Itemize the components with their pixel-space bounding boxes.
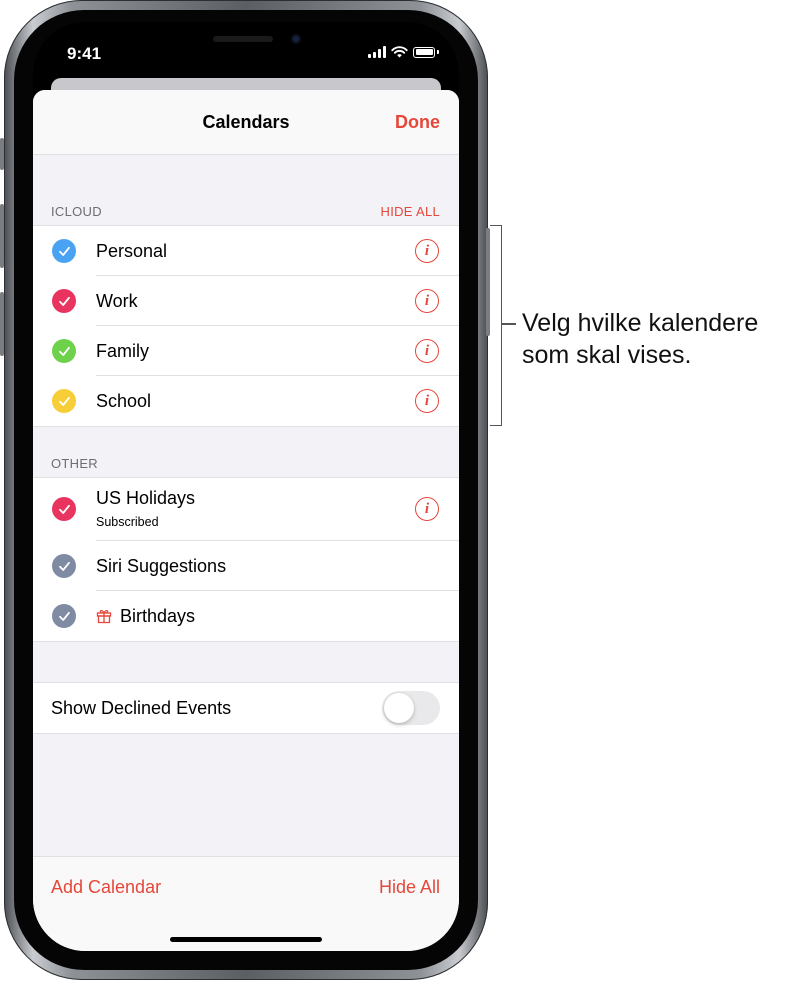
- info-icon[interactable]: i: [415, 239, 439, 263]
- wifi-icon: [391, 46, 408, 58]
- navigation-bar: Calendars Done: [33, 90, 459, 155]
- calendar-name: Personal: [96, 241, 168, 261]
- callout-text: Velg hvilke kalendere som skal vises.: [522, 309, 759, 369]
- school-check-icon[interactable]: [52, 389, 76, 413]
- calendar-row-personal[interactable]: Personal i: [33, 226, 459, 276]
- calendar-row-family[interactable]: Family i: [33, 326, 459, 376]
- home-indicator[interactable]: [170, 937, 322, 942]
- calendar-row-siri-suggestions[interactable]: Siri Suggestions: [33, 541, 459, 591]
- personal-check-icon[interactable]: [52, 239, 76, 263]
- work-check-icon[interactable]: [52, 289, 76, 313]
- earpiece-speaker: [213, 36, 273, 42]
- show-declined-events-label: Show Declined Events: [51, 698, 232, 718]
- status-time: 9:41: [67, 44, 102, 63]
- calendar-row-work[interactable]: Work i: [33, 276, 459, 326]
- phone-screen: 9:41 Calendars Done ICLOUD HIDE ALL Pers…: [33, 22, 459, 951]
- info-icon[interactable]: i: [415, 339, 439, 363]
- toggle-knob: [384, 693, 414, 723]
- family-check-icon[interactable]: [52, 339, 76, 363]
- calendar-name: Siri Suggestions: [96, 556, 227, 576]
- other-section-header: OTHER: [51, 456, 440, 471]
- done-button[interactable]: Done: [395, 112, 440, 133]
- other-calendar-list: US Holidays Subscribed i Siri Suggestion…: [33, 477, 459, 642]
- other-header-label: OTHER: [51, 456, 98, 471]
- icloud-calendar-list: Personal i Work i Family i School i: [33, 225, 459, 427]
- calendar-subtitle: Subscribed: [96, 515, 159, 529]
- icloud-section-header: ICLOUD HIDE ALL: [51, 204, 440, 219]
- calendar-name: Family: [96, 341, 149, 361]
- volume-up-button: [0, 204, 4, 268]
- gift-icon: [96, 610, 112, 624]
- show-declined-events-row: Show Declined Events: [33, 682, 459, 734]
- add-calendar-button[interactable]: Add Calendar: [51, 877, 161, 898]
- show-declined-events-toggle[interactable]: [382, 691, 440, 725]
- silent-switch: [0, 138, 4, 170]
- calendars-sheet: Calendars Done ICLOUD HIDE ALL Personal …: [33, 90, 459, 951]
- volume-down-button: [0, 292, 4, 356]
- calendar-row-us-holidays[interactable]: US Holidays Subscribed i: [33, 478, 459, 541]
- calendar-name: US Holidays: [96, 488, 196, 508]
- status-icons: [368, 46, 439, 58]
- callout-bracket: [490, 225, 502, 426]
- icloud-header-label: ICLOUD: [51, 204, 102, 219]
- callout-pointer: [502, 323, 516, 325]
- calendar-name: Work: [96, 291, 138, 311]
- info-icon[interactable]: i: [415, 389, 439, 413]
- battery-tip: [437, 50, 439, 54]
- info-icon[interactable]: i: [415, 289, 439, 313]
- cellular-signal-icon: [368, 46, 386, 58]
- icloud-hide-all-button[interactable]: HIDE ALL: [381, 204, 440, 219]
- calendar-row-birthdays[interactable]: Birthdays: [33, 591, 459, 641]
- us-holidays-check-icon[interactable]: [52, 497, 76, 521]
- status-bar: 9:41: [33, 22, 459, 80]
- calendar-name: School: [96, 391, 152, 411]
- siri-suggestions-check-icon[interactable]: [52, 554, 76, 578]
- front-camera: [291, 34, 301, 44]
- hide-all-button[interactable]: Hide All: [379, 877, 440, 898]
- calendar-row-school[interactable]: School i: [33, 376, 459, 426]
- birthdays-check-icon[interactable]: [52, 604, 76, 628]
- calendar-name: Birthdays: [120, 606, 196, 626]
- battery-icon: [413, 46, 435, 58]
- info-icon[interactable]: i: [415, 497, 439, 521]
